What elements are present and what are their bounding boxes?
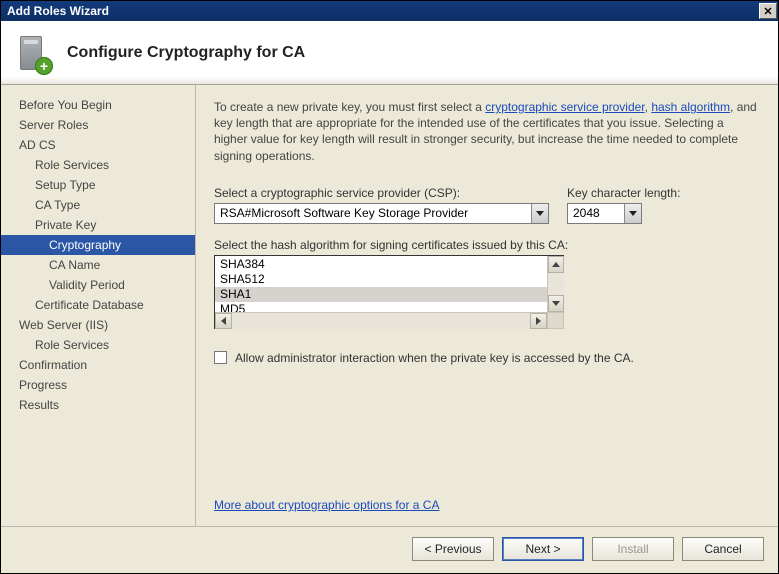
chevron-down-icon <box>536 211 544 216</box>
horizontal-scrollbar[interactable] <box>215 312 547 329</box>
hash-listbox[interactable]: SHA384SHA512SHA1MD5 <box>214 255 564 329</box>
sidebar-item[interactable]: Results <box>1 395 195 415</box>
csp-value: RSA#Microsoft Software Key Storage Provi… <box>215 204 531 223</box>
more-about-link[interactable]: More about cryptographic options for a C… <box>214 498 439 512</box>
install-button: Install <box>592 537 674 561</box>
hash-item[interactable]: SHA1 <box>215 287 564 302</box>
window-title: Add Roles Wizard <box>7 4 759 18</box>
titlebar: Add Roles Wizard ✕ <box>1 1 778 21</box>
sidebar-item[interactable]: Private Key <box>1 215 195 235</box>
csp-field: Select a cryptographic service provider … <box>214 186 549 224</box>
main-content: To create a new private key, you must fi… <box>196 85 778 526</box>
admin-interaction-row: Allow administrator interaction when the… <box>214 351 760 365</box>
sidebar-item[interactable]: Web Server (IIS) <box>1 315 195 335</box>
link-csp[interactable]: cryptographic service provider <box>485 100 644 114</box>
keylength-dropdown[interactable]: 2048 <box>567 203 642 224</box>
csp-label: Select a cryptographic service provider … <box>214 186 549 200</box>
csp-dropdown[interactable]: RSA#Microsoft Software Key Storage Provi… <box>214 203 549 224</box>
body: Before You BeginServer RolesAD CSRole Se… <box>1 85 778 526</box>
admin-interaction-checkbox[interactable] <box>214 351 227 364</box>
wizard-steps-sidebar: Before You BeginServer RolesAD CSRole Se… <box>1 85 196 526</box>
sidebar-item[interactable]: CA Name <box>1 255 195 275</box>
provider-row: Select a cryptographic service provider … <box>214 186 760 224</box>
hash-label: Select the hash algorithm for signing ce… <box>214 238 760 252</box>
scroll-corner <box>547 312 564 329</box>
sidebar-item[interactable]: Progress <box>1 375 195 395</box>
next-button[interactable]: Next > <box>502 537 584 561</box>
sidebar-item[interactable]: Certificate Database <box>1 295 195 315</box>
scroll-down-button[interactable] <box>548 295 564 312</box>
wizard-icon: + <box>11 33 51 73</box>
keylength-field: Key character length: 2048 <box>567 186 680 224</box>
intro-text: To create a new private key, you must fi… <box>214 99 760 164</box>
sidebar-item[interactable]: Before You Begin <box>1 95 195 115</box>
hash-item[interactable]: SHA512 <box>215 272 564 287</box>
admin-interaction-label: Allow administrator interaction when the… <box>235 351 634 365</box>
plus-badge-icon: + <box>35 57 53 75</box>
sidebar-item[interactable]: CA Type <box>1 195 195 215</box>
scroll-up-button[interactable] <box>548 256 564 273</box>
sidebar-item[interactable]: AD CS <box>1 135 195 155</box>
sidebar-item[interactable]: Server Roles <box>1 115 195 135</box>
page-title: Configure Cryptography for CA <box>67 44 305 62</box>
sidebar-item[interactable]: Role Services <box>1 155 195 175</box>
vertical-scrollbar[interactable] <box>547 256 564 312</box>
scroll-right-button[interactable] <box>530 313 547 329</box>
more-link-row: More about cryptographic options for a C… <box>214 498 760 518</box>
keylength-dropdown-button[interactable] <box>624 204 641 223</box>
wizard-footer: < Previous Next > Install Cancel <box>1 526 778 573</box>
intro-pre: To create a new private key, you must fi… <box>214 100 485 114</box>
keylength-label: Key character length: <box>567 186 680 200</box>
close-button[interactable]: ✕ <box>759 3 777 19</box>
chevron-left-icon <box>221 317 226 325</box>
close-icon: ✕ <box>763 5 772 18</box>
sidebar-item[interactable]: Setup Type <box>1 175 195 195</box>
scroll-left-button[interactable] <box>215 313 232 329</box>
chevron-down-icon <box>552 301 560 306</box>
header-banner: + Configure Cryptography for CA <box>1 21 778 85</box>
sidebar-item[interactable]: Validity Period <box>1 275 195 295</box>
previous-button[interactable]: < Previous <box>412 537 494 561</box>
keylength-value: 2048 <box>568 204 624 223</box>
sidebar-item[interactable]: Confirmation <box>1 355 195 375</box>
chevron-down-icon <box>629 211 637 216</box>
chevron-right-icon <box>536 317 541 325</box>
cancel-button[interactable]: Cancel <box>682 537 764 561</box>
chevron-up-icon <box>552 262 560 267</box>
csp-dropdown-button[interactable] <box>531 204 548 223</box>
sidebar-item[interactable]: Cryptography <box>1 235 195 255</box>
hash-item[interactable]: SHA384 <box>215 257 564 272</box>
sidebar-item[interactable]: Role Services <box>1 335 195 355</box>
link-hash-algorithm[interactable]: hash algorithm <box>651 100 730 114</box>
